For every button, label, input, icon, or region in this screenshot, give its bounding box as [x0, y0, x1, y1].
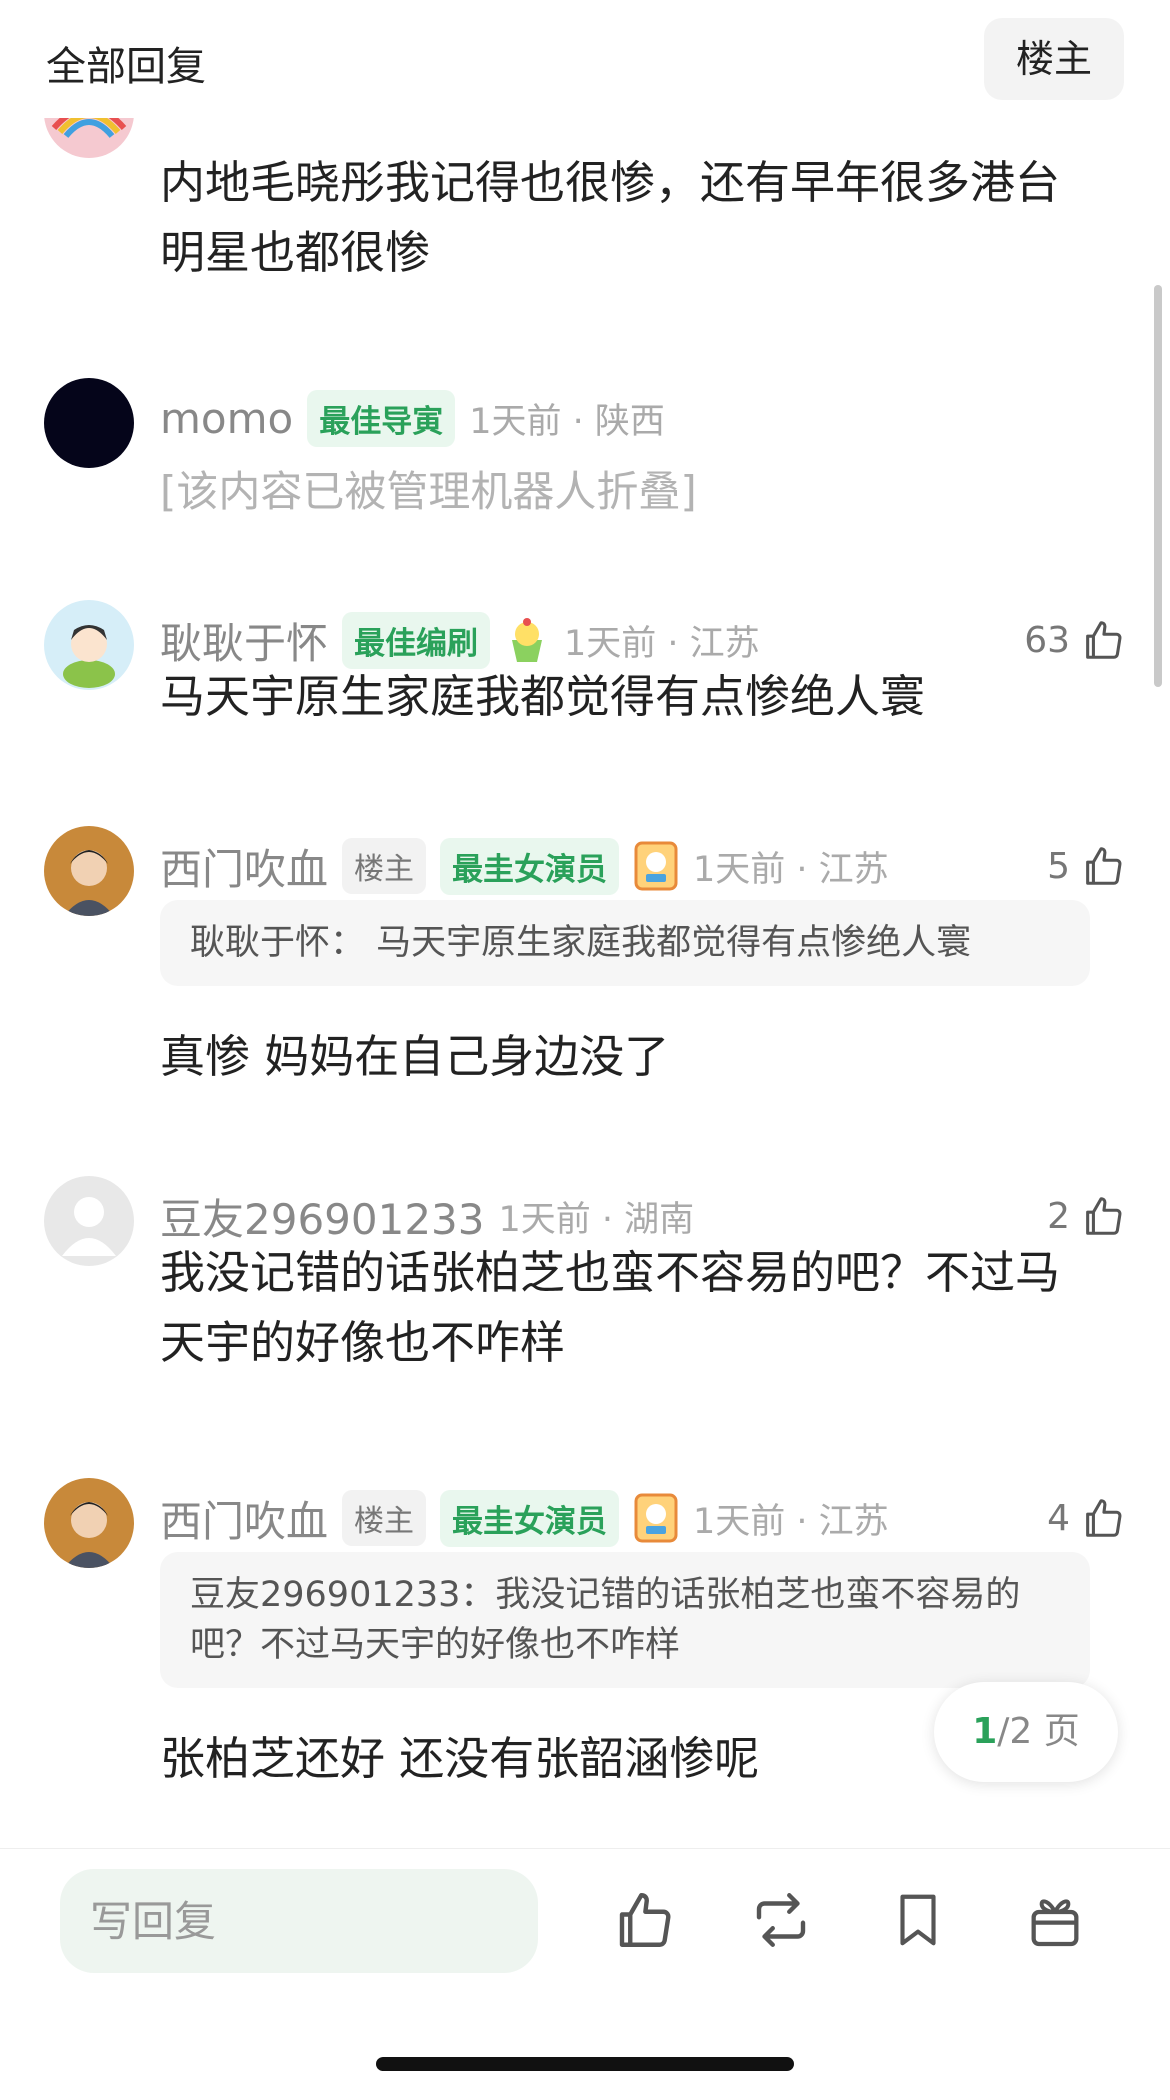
gift-icon: [1031, 1899, 1079, 1947]
quoted-reply[interactable]: 耿耿于怀： 马天宇原生家庭我都觉得有点惨绝人寰: [160, 900, 1090, 986]
avatar-image: [44, 826, 134, 916]
comment-meta: 豆友296901233 1天前 · 湖南: [160, 1186, 694, 1246]
avatar-image: [44, 378, 134, 468]
gift-button[interactable]: [1012, 1877, 1098, 1963]
default-avatar-icon: [44, 1176, 134, 1266]
like-button[interactable]: 2: [1047, 1186, 1126, 1246]
comment-meta: 西门吹血 楼主 最圭女演员 1天前 · 江苏: [160, 836, 889, 896]
avatar[interactable]: [44, 1176, 134, 1266]
scrollbar[interactable]: [1154, 285, 1162, 687]
comment-list[interactable]: 内地毛晓彤我记得也很惨，还有早年很多港台明星也都很惨 momo 最佳导寅 1天前…: [0, 118, 1170, 1848]
folded-notice[interactable]: [该内容已被管理机器人折叠]: [160, 458, 697, 519]
cupcake-icon: [512, 618, 543, 662]
total-pages: /2 页: [997, 1711, 1080, 1752]
like-count: 5: [1047, 845, 1070, 887]
avatar[interactable]: [44, 378, 134, 468]
like-button[interactable]: 5: [1047, 836, 1126, 896]
thumbs-up-icon: [1086, 621, 1122, 659]
bookmark-icon: [900, 1894, 936, 1946]
top-bar: 全部回复 楼主: [0, 0, 1170, 118]
award-badge[interactable]: 最圭女演员: [440, 1489, 620, 1547]
award-badge[interactable]: 最圭女演员: [440, 837, 620, 895]
current-page: 1: [972, 1711, 998, 1752]
avatar[interactable]: [44, 1478, 134, 1568]
thumbs-up-icon: [1086, 1499, 1122, 1537]
bookmark-button[interactable]: [875, 1877, 961, 1963]
comment-text: 内地毛晓彤我记得也很惨，还有早年很多港台明星也都很惨: [160, 156, 1061, 279]
like-count: 2: [1047, 1195, 1070, 1237]
like-count: 4: [1047, 1497, 1070, 1539]
thumbs-up-icon: [1086, 847, 1122, 885]
comment-meta: 西门吹血 楼主 最圭女演员 1天前 · 江苏: [160, 1488, 889, 1548]
avatar-image: [44, 1478, 134, 1568]
bottom-action-bar: [0, 1848, 1170, 2100]
award-badge[interactable]: 最佳编刷: [342, 611, 491, 669]
comment-meta: momo 最佳导寅 1天前 · 陕西: [160, 388, 665, 448]
page-indicator[interactable]: 1/2 页: [934, 1682, 1118, 1782]
username[interactable]: momo: [160, 394, 293, 443]
avatar-image: [44, 600, 134, 690]
timestamp-location: 1天前 · 江苏: [564, 623, 760, 664]
username[interactable]: 西门吹血: [160, 836, 328, 897]
timestamp-location: 1天前 · 陕西: [469, 401, 665, 442]
avatar[interactable]: [44, 826, 134, 916]
owner-badge: 楼主: [342, 1490, 427, 1546]
like-button[interactable]: 4: [1047, 1488, 1126, 1548]
like-count: 63: [1024, 619, 1070, 661]
home-indicator[interactable]: [376, 2057, 794, 2071]
like-post-button[interactable]: [601, 1877, 687, 1963]
repost-button[interactable]: [738, 1877, 824, 1963]
timestamp-location: 1天前 · 江苏: [693, 1501, 889, 1542]
owner-badge: 楼主: [342, 838, 427, 894]
avatar[interactable]: [44, 118, 134, 158]
owner-only-button[interactable]: 楼主: [984, 18, 1124, 100]
page-title: 全部回复: [46, 44, 206, 90]
award-badge[interactable]: 最佳导寅: [307, 389, 456, 447]
medal-icon: [634, 1493, 678, 1543]
like-button[interactable]: 63: [1024, 610, 1126, 670]
username[interactable]: 西门吹血: [160, 1488, 328, 1549]
thumbs-up-icon: [619, 1893, 671, 1947]
comment-text: 马天宇原生家庭我都觉得有点惨绝人寰: [160, 670, 926, 723]
comment-meta: 耿耿于怀 最佳编刷 1天前 · 江苏: [160, 610, 760, 670]
medal-icon: [634, 841, 678, 891]
repost-icon: [756, 1893, 806, 1947]
thumbs-up-icon: [1086, 1197, 1122, 1235]
timestamp-location: 1天前 · 江苏: [693, 849, 889, 890]
reply-input[interactable]: [60, 1869, 538, 1973]
comment-text: 真惨 妈妈在自己身边没了: [160, 1030, 670, 1083]
avatar-image: [44, 118, 134, 158]
comment-text: 我没记错的话张柏芝也蛮不容易的吧？不过马天宇的好像也不咋样: [160, 1246, 1061, 1369]
avatar[interactable]: [44, 600, 134, 690]
timestamp-location: 1天前 · 湖南: [498, 1199, 695, 1240]
quoted-reply[interactable]: 豆友296901233：我没记错的话张柏芝也蛮不容易的吧？不过马天宇的好像也不咋…: [160, 1552, 1090, 1688]
